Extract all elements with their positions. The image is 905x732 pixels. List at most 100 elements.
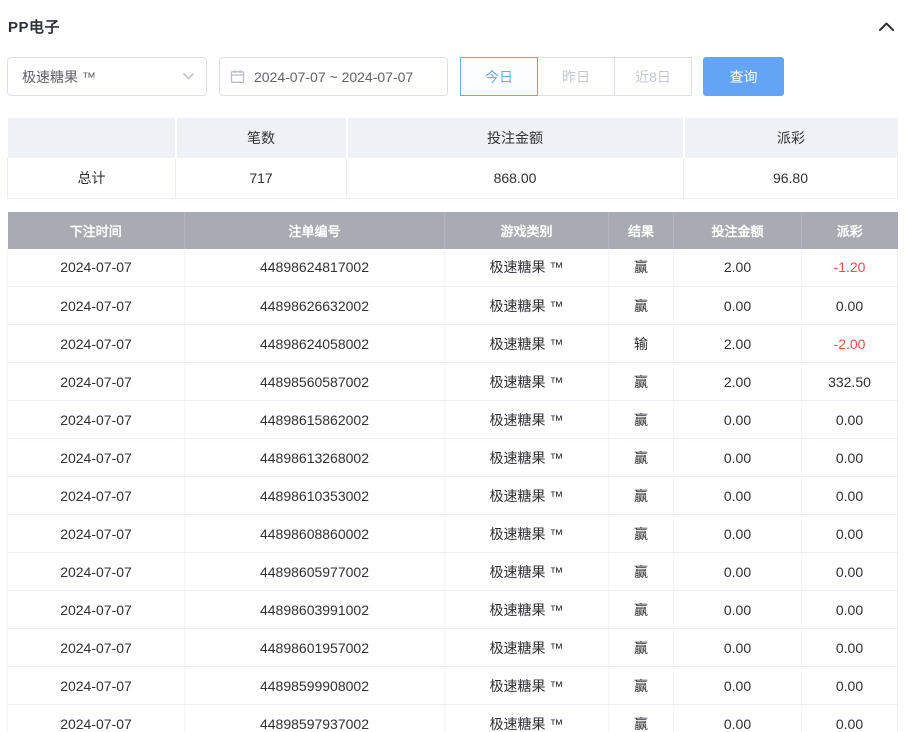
cell-payout: 0.00 bbox=[802, 705, 898, 732]
header-bet-amount: 投注金额 bbox=[674, 212, 802, 249]
table-row: 2024-07-07 44898624817002 极速糖果 ™ 赢 2.00 … bbox=[8, 249, 898, 287]
chevron-down-icon bbox=[183, 73, 194, 80]
cell-result: 赢 bbox=[609, 591, 674, 629]
cell-bet-amount: 0.00 bbox=[674, 477, 802, 515]
cell-bet-time: 2024-07-07 bbox=[8, 667, 185, 705]
cell-payout: 0.00 bbox=[802, 591, 898, 629]
cell-bet-time: 2024-07-07 bbox=[8, 591, 185, 629]
table-row: 2024-07-07 44898560587002 极速糖果 ™ 赢 2.00 … bbox=[8, 363, 898, 401]
cell-result: 赢 bbox=[609, 705, 674, 732]
query-button[interactable]: 查询 bbox=[703, 57, 784, 96]
cell-result: 赢 bbox=[609, 667, 674, 705]
table-row: 2024-07-07 44898601957002 极速糖果 ™ 赢 0.00 … bbox=[8, 629, 898, 667]
quick-filter-today-button[interactable]: 今日 bbox=[460, 57, 538, 96]
cell-order-number: 44898615862002 bbox=[185, 401, 445, 439]
cell-bet-time: 2024-07-07 bbox=[8, 249, 185, 287]
cell-order-number: 44898601957002 bbox=[185, 629, 445, 667]
cell-bet-amount: 0.00 bbox=[674, 515, 802, 553]
summary-total-payout: 96.80 bbox=[684, 158, 898, 198]
cell-game-category: 极速糖果 ™ bbox=[445, 629, 609, 667]
cell-payout: 0.00 bbox=[802, 515, 898, 553]
cell-game-category: 极速糖果 ™ bbox=[445, 363, 609, 401]
cell-result: 赢 bbox=[609, 439, 674, 477]
cell-bet-time: 2024-07-07 bbox=[8, 705, 185, 732]
cell-bet-amount: 2.00 bbox=[674, 363, 802, 401]
cell-result: 赢 bbox=[609, 401, 674, 439]
bet-records-table: 下注时间 注单编号 游戏类别 结果 投注金额 派彩 2024-07-07 448… bbox=[7, 212, 898, 732]
cell-result: 赢 bbox=[609, 629, 674, 667]
cell-bet-amount: 0.00 bbox=[674, 667, 802, 705]
cell-order-number: 44898626632002 bbox=[185, 287, 445, 325]
table-row: 2024-07-07 44898626632002 极速糖果 ™ 赢 0.00 … bbox=[8, 287, 898, 325]
summary-total-label: 总计 bbox=[8, 158, 176, 198]
cell-order-number: 44898624817002 bbox=[185, 249, 445, 287]
table-row: 2024-07-07 44898613268002 极速糖果 ™ 赢 0.00 … bbox=[8, 439, 898, 477]
date-range-value: 2024-07-07 ~ 2024-07-07 bbox=[254, 69, 413, 85]
cell-order-number: 44898624058002 bbox=[185, 325, 445, 363]
calendar-icon bbox=[230, 69, 245, 84]
cell-bet-time: 2024-07-07 bbox=[8, 287, 185, 325]
quick-filter-last8days-button[interactable]: 近8日 bbox=[614, 57, 692, 96]
table-row: 2024-07-07 44898624058002 极速糖果 ™ 输 2.00 … bbox=[8, 325, 898, 363]
game-select[interactable]: 极速糖果 ™ bbox=[7, 57, 207, 96]
summary-header-count: 笔数 bbox=[176, 118, 347, 158]
cell-result: 赢 bbox=[609, 477, 674, 515]
summary-total-row: 总计 717 868.00 96.80 bbox=[8, 158, 898, 198]
filter-row: 极速糖果 ™ 2024-07-07 ~ 2024-07-07 今日 昨日 bbox=[7, 57, 898, 96]
cell-bet-amount: 0.00 bbox=[674, 401, 802, 439]
cell-game-category: 极速糖果 ™ bbox=[445, 667, 609, 705]
cell-bet-time: 2024-07-07 bbox=[8, 629, 185, 667]
table-row: 2024-07-07 44898608860002 极速糖果 ™ 赢 0.00 … bbox=[8, 515, 898, 553]
cell-game-category: 极速糖果 ™ bbox=[445, 439, 609, 477]
summary-header-row: 笔数 投注金额 派彩 bbox=[8, 118, 898, 158]
cell-bet-time: 2024-07-07 bbox=[8, 553, 185, 591]
header-payout: 派彩 bbox=[802, 212, 898, 249]
cell-bet-amount: 0.00 bbox=[674, 439, 802, 477]
bet-table-body: 2024-07-07 44898624817002 极速糖果 ™ 赢 2.00 … bbox=[8, 249, 898, 732]
cell-order-number: 44898599908002 bbox=[185, 667, 445, 705]
cell-bet-time: 2024-07-07 bbox=[8, 477, 185, 515]
cell-game-category: 极速糖果 ™ bbox=[445, 553, 609, 591]
collapse-chevron-up-icon[interactable] bbox=[878, 21, 895, 32]
cell-bet-amount: 2.00 bbox=[674, 325, 802, 363]
cell-payout: 0.00 bbox=[802, 629, 898, 667]
cell-payout: 0.00 bbox=[802, 401, 898, 439]
cell-game-category: 极速糖果 ™ bbox=[445, 477, 609, 515]
cell-game-category: 极速糖果 ™ bbox=[445, 705, 609, 732]
date-range-picker[interactable]: 2024-07-07 ~ 2024-07-07 bbox=[219, 57, 448, 96]
summary-header-empty bbox=[8, 118, 176, 158]
table-row: 2024-07-07 44898603991002 极速糖果 ™ 赢 0.00 … bbox=[8, 591, 898, 629]
cell-result: 赢 bbox=[609, 553, 674, 591]
cell-result: 赢 bbox=[609, 287, 674, 325]
cell-payout: -2.00 bbox=[802, 325, 898, 363]
cell-bet-amount: 0.00 bbox=[674, 287, 802, 325]
summary-total-count: 717 bbox=[176, 158, 347, 198]
cell-bet-time: 2024-07-07 bbox=[8, 439, 185, 477]
cell-order-number: 44898603991002 bbox=[185, 591, 445, 629]
table-row: 2024-07-07 44898597937002 极速糖果 ™ 赢 0.00 … bbox=[8, 705, 898, 732]
cell-game-category: 极速糖果 ™ bbox=[445, 249, 609, 287]
cell-bet-amount: 0.00 bbox=[674, 705, 802, 732]
cell-bet-amount: 0.00 bbox=[674, 629, 802, 667]
cell-bet-time: 2024-07-07 bbox=[8, 363, 185, 401]
page-title: PP电子 bbox=[8, 16, 60, 37]
header-result: 结果 bbox=[609, 212, 674, 249]
cell-payout: 0.00 bbox=[802, 439, 898, 477]
header-game-category: 游戏类别 bbox=[445, 212, 609, 249]
cell-result: 赢 bbox=[609, 363, 674, 401]
cell-bet-amount: 2.00 bbox=[674, 249, 802, 287]
bet-table-header-row: 下注时间 注单编号 游戏类别 结果 投注金额 派彩 bbox=[8, 212, 898, 249]
cell-payout: -1.20 bbox=[802, 249, 898, 287]
cell-payout: 0.00 bbox=[802, 287, 898, 325]
cell-payout: 332.50 bbox=[802, 363, 898, 401]
cell-result: 输 bbox=[609, 325, 674, 363]
cell-result: 赢 bbox=[609, 249, 674, 287]
summary-header-bet-amount: 投注金额 bbox=[347, 118, 684, 158]
quick-filter-yesterday-button[interactable]: 昨日 bbox=[537, 57, 615, 96]
cell-game-category: 极速糖果 ™ bbox=[445, 287, 609, 325]
summary-header-payout: 派彩 bbox=[684, 118, 898, 158]
cell-game-category: 极速糖果 ™ bbox=[445, 401, 609, 439]
pp-electronic-panel: PP电子 极速糖果 ™ bbox=[0, 0, 905, 732]
header-bet-time: 下注时间 bbox=[8, 212, 185, 249]
game-select-value: 极速糖果 ™ bbox=[22, 67, 96, 87]
